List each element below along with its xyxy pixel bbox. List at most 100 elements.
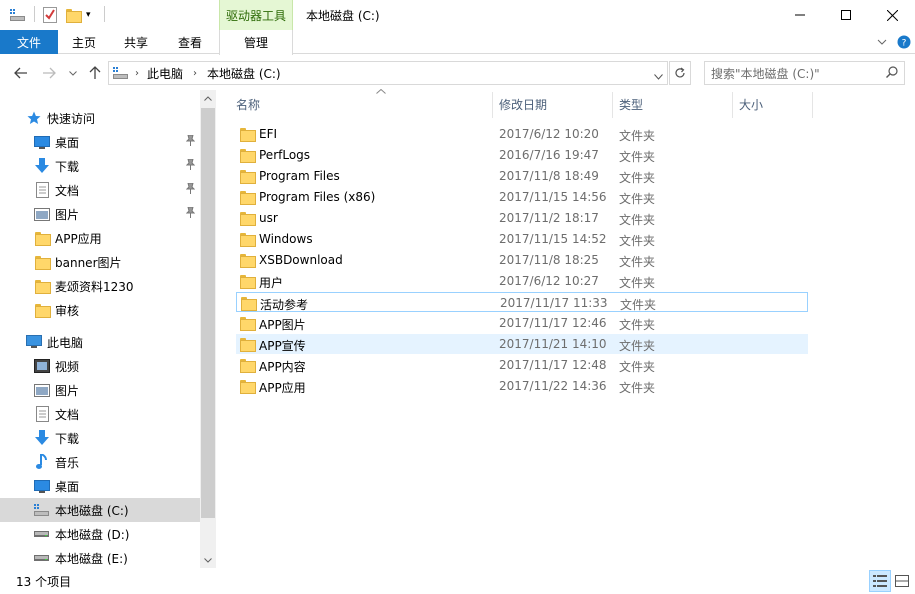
file-row[interactable]: APP宣传 2017/11/21 14:10 文件夹 xyxy=(236,334,808,354)
nav-pc-item[interactable]: 下载 xyxy=(0,426,200,450)
file-row[interactable]: Windows 2017/11/15 14:52 文件夹 xyxy=(236,229,808,249)
nav-scrollbar[interactable] xyxy=(200,90,216,568)
file-date: 2017/11/2 18:17 xyxy=(499,211,599,225)
search-input[interactable]: 搜索"本地磁盘 (C:)" xyxy=(704,61,905,85)
nav-pc-item[interactable]: 音乐 xyxy=(0,450,200,474)
pin-icon[interactable] xyxy=(185,182,196,197)
separator xyxy=(104,6,105,22)
column-header-date[interactable]: 修改日期 xyxy=(499,90,611,118)
nav-quick-item[interactable]: 桌面 xyxy=(0,130,200,154)
forward-arrow-icon[interactable] xyxy=(38,62,60,84)
refresh-button[interactable] xyxy=(669,61,691,85)
tab-share[interactable]: 共享 xyxy=(114,30,158,54)
star-icon xyxy=(26,110,42,126)
column-header-label: 名称 xyxy=(236,97,261,112)
file-row[interactable]: APP应用 2017/11/22 14:36 文件夹 xyxy=(236,376,808,396)
address-bar[interactable]: › 此电脑 › 本地磁盘 (C:) xyxy=(108,61,668,85)
nav-label: 图片 xyxy=(55,207,80,222)
column-divider[interactable] xyxy=(812,92,813,118)
file-type: 文件夹 xyxy=(619,213,656,227)
maximize-button[interactable] xyxy=(823,0,869,30)
expand-ribbon-chevron-icon[interactable] xyxy=(874,34,890,50)
back-arrow-icon[interactable] xyxy=(10,62,32,84)
drive-properties-icon[interactable] xyxy=(10,6,26,24)
file-row[interactable]: 用户 2017/6/12 10:27 文件夹 xyxy=(236,271,808,291)
drive-tools-context-label: 驱动器工具 xyxy=(219,0,293,30)
nav-label: 图片 xyxy=(55,383,80,398)
address-history-chevron-icon[interactable] xyxy=(654,69,663,83)
help-icon[interactable]: ? xyxy=(896,34,912,50)
tab-home[interactable]: 主页 xyxy=(62,30,106,54)
nav-quick-item[interactable]: 审核 xyxy=(0,298,200,322)
breadcrumb-local-disk-c[interactable]: 本地磁盘 (C:) xyxy=(207,65,281,82)
file-date: 2016/7/16 19:47 xyxy=(499,148,599,162)
nav-label: 本地磁盘 (E:) xyxy=(55,551,128,566)
file-row[interactable]: 活动参考 2017/11/17 11:33 文件夹 xyxy=(236,292,808,312)
file-row[interactable]: XSBDownload 2017/11/8 18:25 文件夹 xyxy=(236,250,808,270)
file-type: 文件夹 xyxy=(619,192,656,206)
breadcrumb-this-pc[interactable]: 此电脑 xyxy=(147,65,183,82)
nav-pc-item[interactable]: 桌面 xyxy=(0,474,200,498)
nav-quick-item[interactable]: 文档 xyxy=(0,178,200,202)
scroll-down-icon[interactable] xyxy=(200,552,216,568)
breadcrumb-separator-icon[interactable]: › xyxy=(193,68,197,79)
file-type: 文件夹 xyxy=(619,171,656,185)
column-divider[interactable] xyxy=(732,92,733,118)
music-icon xyxy=(34,454,50,470)
tab-file[interactable]: 文件 xyxy=(0,30,58,54)
svg-text:?: ? xyxy=(902,39,907,49)
nav-quick-item[interactable]: banner图片 xyxy=(0,250,200,274)
file-name: Windows xyxy=(259,232,313,246)
nav-label: 此电脑 xyxy=(47,335,84,350)
drive-icon xyxy=(34,526,50,542)
file-row[interactable]: PerfLogs 2016/7/16 19:47 文件夹 xyxy=(236,145,808,165)
folder-icon xyxy=(240,212,256,226)
file-row[interactable]: EFI 2017/6/12 10:20 文件夹 xyxy=(236,124,808,144)
scroll-up-icon[interactable] xyxy=(200,90,216,106)
nav-quick-item[interactable]: 图片 xyxy=(0,202,200,226)
file-date: 2017/11/15 14:52 xyxy=(499,232,607,246)
nav-quick-access[interactable]: 快速访问 xyxy=(0,106,200,130)
up-arrow-icon[interactable] xyxy=(84,62,106,84)
file-row[interactable]: Program Files 2017/11/8 18:49 文件夹 xyxy=(236,166,808,186)
column-divider[interactable] xyxy=(492,92,493,118)
nav-pc-item[interactable]: 本地磁盘 (D:) xyxy=(0,522,200,546)
close-button[interactable] xyxy=(869,0,915,30)
file-type: 文件夹 xyxy=(619,276,656,290)
nav-pc-item[interactable]: 本地磁盘 (C:) xyxy=(0,498,200,522)
breadcrumb-separator-icon[interactable]: › xyxy=(135,68,139,79)
nav-this-pc[interactable]: 此电脑 xyxy=(0,330,200,354)
nav-pc-item[interactable]: 图片 xyxy=(0,378,200,402)
column-header-type[interactable]: 类型 xyxy=(619,90,731,118)
recent-locations-chevron-icon[interactable] xyxy=(62,62,84,84)
minimize-button[interactable] xyxy=(777,0,823,30)
column-header-name[interactable]: 名称 xyxy=(236,88,492,118)
nav-label: 麦颂资料1230 xyxy=(55,279,134,294)
nav-quick-item[interactable]: 下载 xyxy=(0,154,200,178)
new-folder-icon[interactable] xyxy=(66,6,82,24)
nav-quick-item[interactable]: APP应用 xyxy=(0,226,200,250)
pin-icon[interactable] xyxy=(185,158,196,173)
file-row[interactable]: APP图片 2017/11/17 12:46 文件夹 xyxy=(236,313,808,333)
properties-check-icon[interactable] xyxy=(43,6,57,24)
nav-pc-item[interactable]: 文档 xyxy=(0,402,200,426)
nav-pc-item[interactable]: 本地磁盘 (E:) xyxy=(0,546,200,570)
pin-icon[interactable] xyxy=(185,206,196,221)
scrollbar-thumb[interactable] xyxy=(201,108,215,518)
search-icon[interactable] xyxy=(886,66,898,81)
tab-manage[interactable]: 管理 xyxy=(219,30,293,55)
pin-icon[interactable] xyxy=(185,134,196,149)
large-icons-view-icon[interactable] xyxy=(891,570,913,592)
column-header-size[interactable]: 大小 xyxy=(739,90,809,118)
nav-pc-item[interactable]: 视频 xyxy=(0,354,200,378)
file-row[interactable]: usr 2017/11/2 18:17 文件夹 xyxy=(236,208,808,228)
nav-label: APP应用 xyxy=(55,231,102,246)
column-divider[interactable] xyxy=(612,92,613,118)
file-row[interactable]: APP内容 2017/11/17 12:48 文件夹 xyxy=(236,355,808,375)
nav-quick-item[interactable]: 麦颂资料1230 xyxy=(0,274,200,298)
nav-label: 快速访问 xyxy=(47,111,96,126)
file-row[interactable]: Program Files (x86) 2017/11/15 14:56 文件夹 xyxy=(236,187,808,207)
details-view-icon[interactable] xyxy=(869,570,891,592)
customize-toolbar-icon[interactable]: ▾ xyxy=(86,6,91,24)
tab-view[interactable]: 查看 xyxy=(168,30,212,54)
